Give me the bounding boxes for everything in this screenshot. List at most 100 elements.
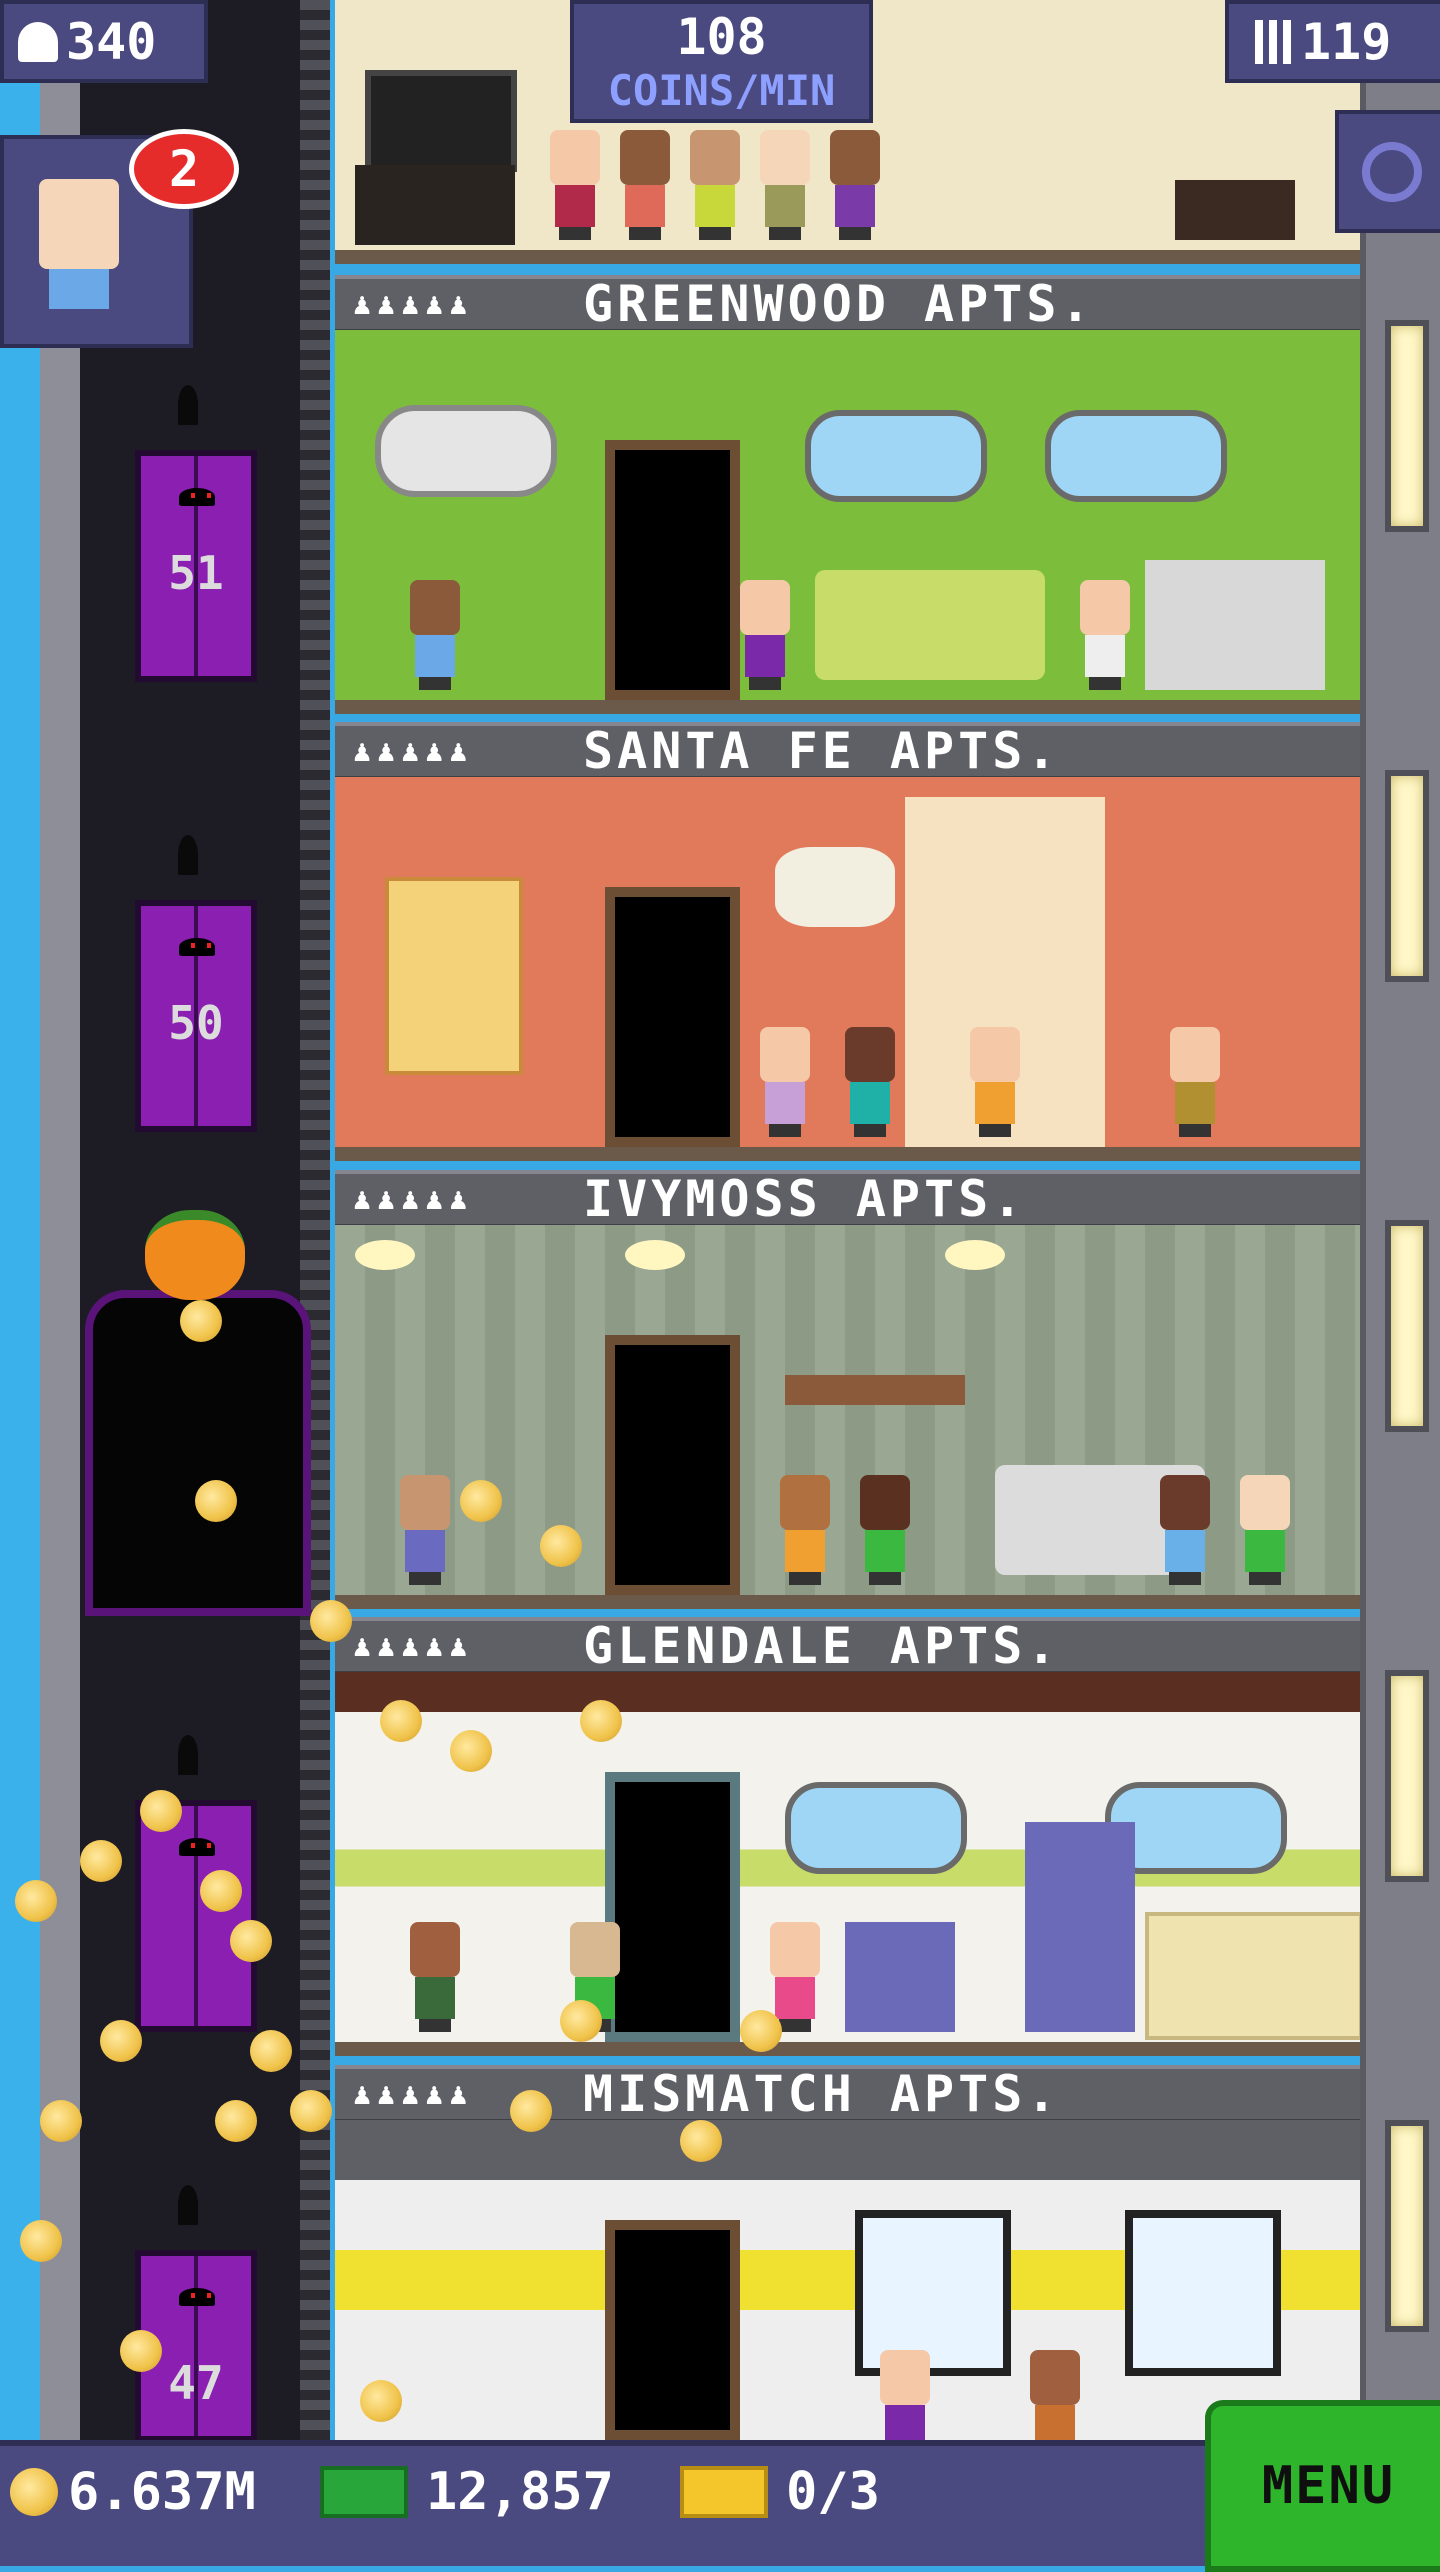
resident-part: [1169, 1572, 1201, 1585]
floor-santa-fe[interactable]: [335, 777, 1360, 1161]
tv-stand: [355, 165, 515, 245]
coin-icon[interactable]: [450, 1730, 492, 1772]
resident-part: [699, 227, 731, 240]
coin-icon[interactable]: [680, 2120, 722, 2162]
coin-icon[interactable]: [250, 2030, 292, 2072]
coin-icon[interactable]: [230, 1920, 272, 1962]
resident[interactable]: [1075, 580, 1135, 690]
coin-icon[interactable]: [120, 2330, 162, 2372]
coin-icon[interactable]: [740, 2010, 782, 2052]
resident[interactable]: [615, 130, 675, 240]
coin-icon[interactable]: [80, 1840, 122, 1882]
coin-icon[interactable]: [560, 2000, 602, 2042]
coin-icon[interactable]: [140, 1790, 182, 1832]
floor-greenwood[interactable]: [335, 330, 1360, 714]
notification-badge: 2: [129, 129, 239, 209]
coin-icon[interactable]: [200, 1870, 242, 1912]
resident-part: [769, 227, 801, 240]
resident[interactable]: [685, 130, 745, 240]
resident[interactable]: [855, 1475, 915, 1585]
coin-icon[interactable]: [100, 2020, 142, 2062]
ceiling-lamp: [625, 1240, 685, 1270]
resident[interactable]: [405, 1922, 465, 2032]
resident[interactable]: [1235, 1475, 1295, 1585]
apartment-sign[interactable]: ♟♟♟♟♟ IVYMOSS APTS.: [335, 1170, 1360, 1228]
population-value: 340: [66, 12, 157, 71]
resident-part: [839, 227, 871, 240]
resident-part: [550, 130, 600, 185]
door: [605, 887, 740, 1147]
apartment-sign[interactable]: ♟♟♟♟♟ MISMATCH APTS.: [335, 2065, 1360, 2123]
elevator-rail: [300, 0, 330, 2440]
computer-desk: [1145, 560, 1325, 690]
resident-part: [1165, 1530, 1205, 1572]
ceiling-lamp: [945, 1240, 1005, 1270]
elevator-lamp: [178, 835, 198, 875]
resident[interactable]: [1155, 1475, 1215, 1585]
population-counter[interactable]: 340: [0, 0, 208, 83]
resident-part: [850, 1082, 890, 1124]
resident[interactable]: [405, 580, 465, 690]
resident-part: [880, 2350, 930, 2405]
elevator-door[interactable]: [135, 1800, 257, 2032]
resident[interactable]: [840, 1027, 900, 1137]
resident-part: [415, 635, 455, 677]
floor-counter[interactable]: 119: [1225, 0, 1440, 83]
jack-o-lantern-icon: [145, 1210, 245, 1300]
magnifier-icon: [1361, 141, 1422, 202]
coin-icon[interactable]: [580, 1700, 622, 1742]
visitor-avatar-body: [49, 269, 109, 309]
elevator-door-50[interactable]: 50: [135, 900, 257, 1132]
coin-icon[interactable]: [540, 1525, 582, 1567]
resident[interactable]: [875, 2350, 935, 2440]
apartment-name: SANTA FE APTS.: [583, 722, 1061, 780]
coin-icon[interactable]: [15, 1880, 57, 1922]
resident[interactable]: [755, 1027, 815, 1137]
bat-icon: [179, 938, 215, 956]
coin-icon[interactable]: [290, 2090, 332, 2132]
resident[interactable]: [755, 130, 815, 240]
door: [605, 1335, 740, 1595]
coin-icon[interactable]: [20, 2220, 62, 2262]
resident[interactable]: [395, 1475, 455, 1585]
window: [785, 1782, 967, 1874]
ticket-balance[interactable]: 0/3: [680, 2462, 880, 2522]
resident[interactable]: [735, 580, 795, 690]
coin-icon[interactable]: [310, 1600, 352, 1642]
elevator-door-51[interactable]: 51: [135, 450, 257, 682]
coin-icon[interactable]: [360, 2380, 402, 2422]
person-icon: [18, 21, 58, 62]
coin-icon[interactable]: [380, 1700, 422, 1742]
coin-icon[interactable]: [460, 1480, 502, 1522]
resident[interactable]: [965, 1027, 1025, 1137]
search-button[interactable]: [1335, 110, 1440, 233]
building-edge: [40, 0, 84, 2440]
resident[interactable]: [775, 1475, 835, 1585]
resident-part: [830, 130, 880, 185]
menu-button[interactable]: MENU: [1205, 2400, 1440, 2572]
resident[interactable]: [1165, 1027, 1225, 1137]
coin-icon[interactable]: [215, 2100, 257, 2142]
coin-icon[interactable]: [195, 1480, 237, 1522]
floor-ivymoss[interactable]: [335, 1225, 1360, 1609]
floor-mismatch[interactable]: [335, 2120, 1360, 2440]
apartment-sign[interactable]: ♟♟♟♟♟ GLENDALE APTS.: [335, 1617, 1360, 1675]
resident-part: [765, 1082, 805, 1124]
bux-balance[interactable]: 12,857: [320, 2462, 614, 2522]
apartment-sign[interactable]: ♟♟♟♟♟ GREENWOOD APTS.: [335, 275, 1360, 333]
coin-icon[interactable]: [180, 1300, 222, 1342]
star-rating: ♟♟♟♟♟: [353, 733, 474, 769]
visitor-button[interactable]: 2: [0, 129, 239, 348]
floor-glendale[interactable]: [335, 1672, 1360, 2056]
resident[interactable]: [825, 130, 885, 240]
window: [805, 410, 987, 502]
coin-icon[interactable]: [40, 2100, 82, 2142]
elevator-floor-number: 51: [168, 546, 224, 600]
resident[interactable]: [545, 130, 605, 240]
resident-part: [789, 1572, 821, 1585]
tv: [365, 70, 517, 172]
resident[interactable]: [1025, 2350, 1085, 2440]
coin-balance[interactable]: 6.637M: [10, 2462, 256, 2522]
apartment-sign[interactable]: ♟♟♟♟♟ SANTA FE APTS.: [335, 722, 1360, 780]
coin-icon[interactable]: [510, 2090, 552, 2132]
